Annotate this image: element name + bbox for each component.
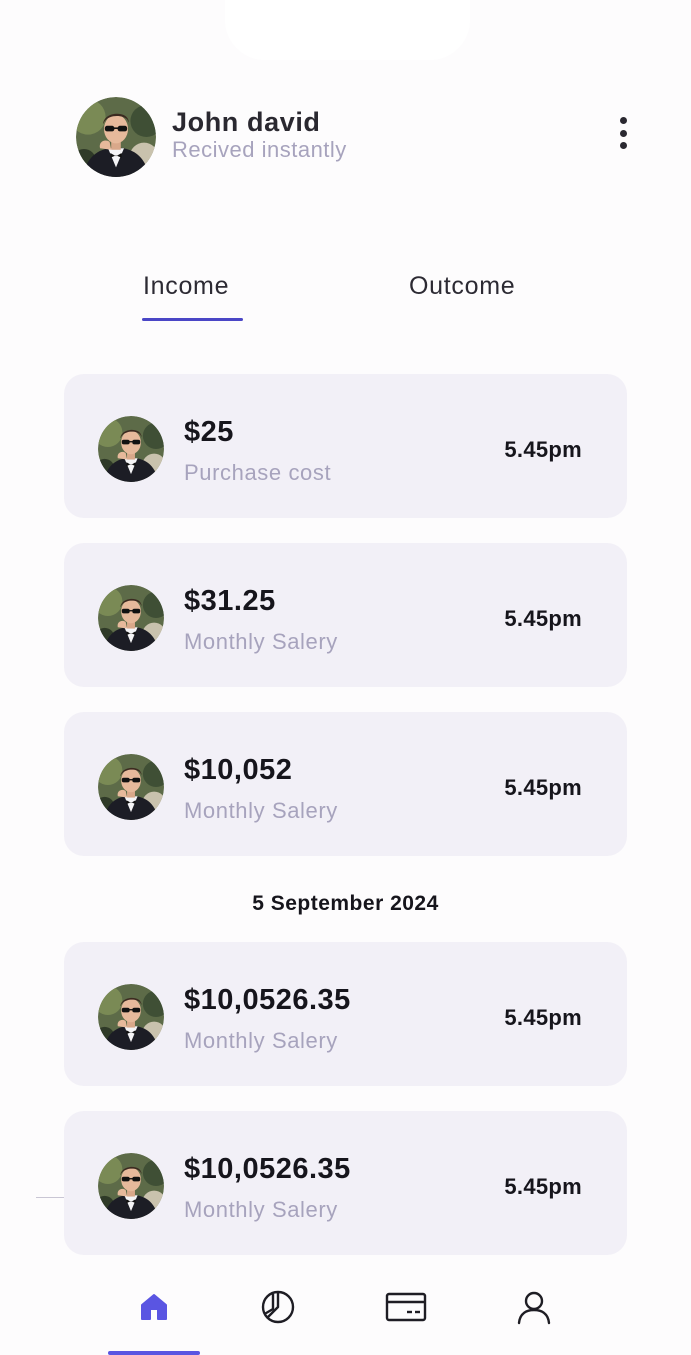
home-icon (141, 1294, 167, 1320)
transaction-card[interactable]: $10,0526.35 Monthly Salery 5.45pm (64, 942, 627, 1086)
transaction-avatar (98, 1153, 164, 1219)
transaction-card[interactable]: $31.25 Monthly Salery 5.45pm (64, 543, 627, 687)
user-icon (517, 1291, 551, 1325)
transaction-amount: $25 (184, 416, 234, 448)
more-options-button[interactable] (611, 113, 635, 153)
bottom-navigation (0, 1275, 691, 1355)
status-bar-notch (225, 0, 470, 60)
date-separator: 5 September 2024 (252, 892, 439, 915)
tab-outcome[interactable]: Outcome (409, 272, 515, 301)
transaction-amount: $10,0526.35 (184, 984, 351, 1016)
transaction-amount: $10,0526.35 (184, 1153, 351, 1185)
transaction-time: 5.45pm (504, 606, 582, 631)
transaction-avatar (98, 754, 164, 820)
nav-cards[interactable] (376, 1285, 436, 1329)
transaction-description: Monthly Salery (184, 629, 338, 654)
user-name: John david (172, 107, 321, 137)
transaction-avatar (98, 416, 164, 482)
transaction-card[interactable]: $25 Purchase cost 5.45pm (64, 374, 627, 518)
transactions-screen: John david Recived instantly Income Outc… (0, 0, 691, 1355)
transaction-description: Monthly Salery (184, 1028, 338, 1053)
nav-statistics[interactable] (248, 1285, 308, 1329)
transaction-card[interactable]: $10,052 Monthly Salery 5.45pm (64, 712, 627, 856)
nav-profile[interactable] (504, 1285, 564, 1329)
transaction-amount: $31.25 (184, 585, 276, 617)
more-dots-icon-dot-2 (619, 129, 627, 137)
transaction-avatar (98, 585, 164, 651)
user-subtitle: Recived instantly (172, 137, 347, 162)
transaction-time: 5.45pm (504, 1174, 582, 1199)
tab-income[interactable]: Income (143, 272, 229, 301)
nav-home[interactable] (124, 1285, 184, 1329)
profile-header: John david Recived instantly (76, 97, 635, 179)
avatar[interactable] (76, 97, 156, 177)
transaction-description: Purchase cost (184, 460, 332, 485)
more-dots-icon (619, 117, 627, 124)
transaction-amount: $10,052 (184, 754, 293, 786)
transaction-description: Monthly Salery (184, 1197, 338, 1222)
transaction-avatar (98, 984, 164, 1050)
more-dots-icon-dot-3 (619, 142, 627, 149)
transaction-card[interactable]: $10,0526.35 Monthly Salery 5.45pm (64, 1111, 627, 1255)
transaction-time: 5.45pm (504, 1005, 582, 1030)
active-tab-indicator (142, 318, 243, 321)
transaction-time: 5.45pm (504, 775, 582, 800)
divider (36, 1197, 64, 1198)
transaction-time: 5.45pm (504, 437, 582, 462)
transaction-description: Monthly Salery (184, 798, 338, 823)
active-nav-indicator (108, 1351, 200, 1355)
pie-chart-icon (261, 1290, 295, 1324)
credit-card-icon (385, 1292, 427, 1322)
